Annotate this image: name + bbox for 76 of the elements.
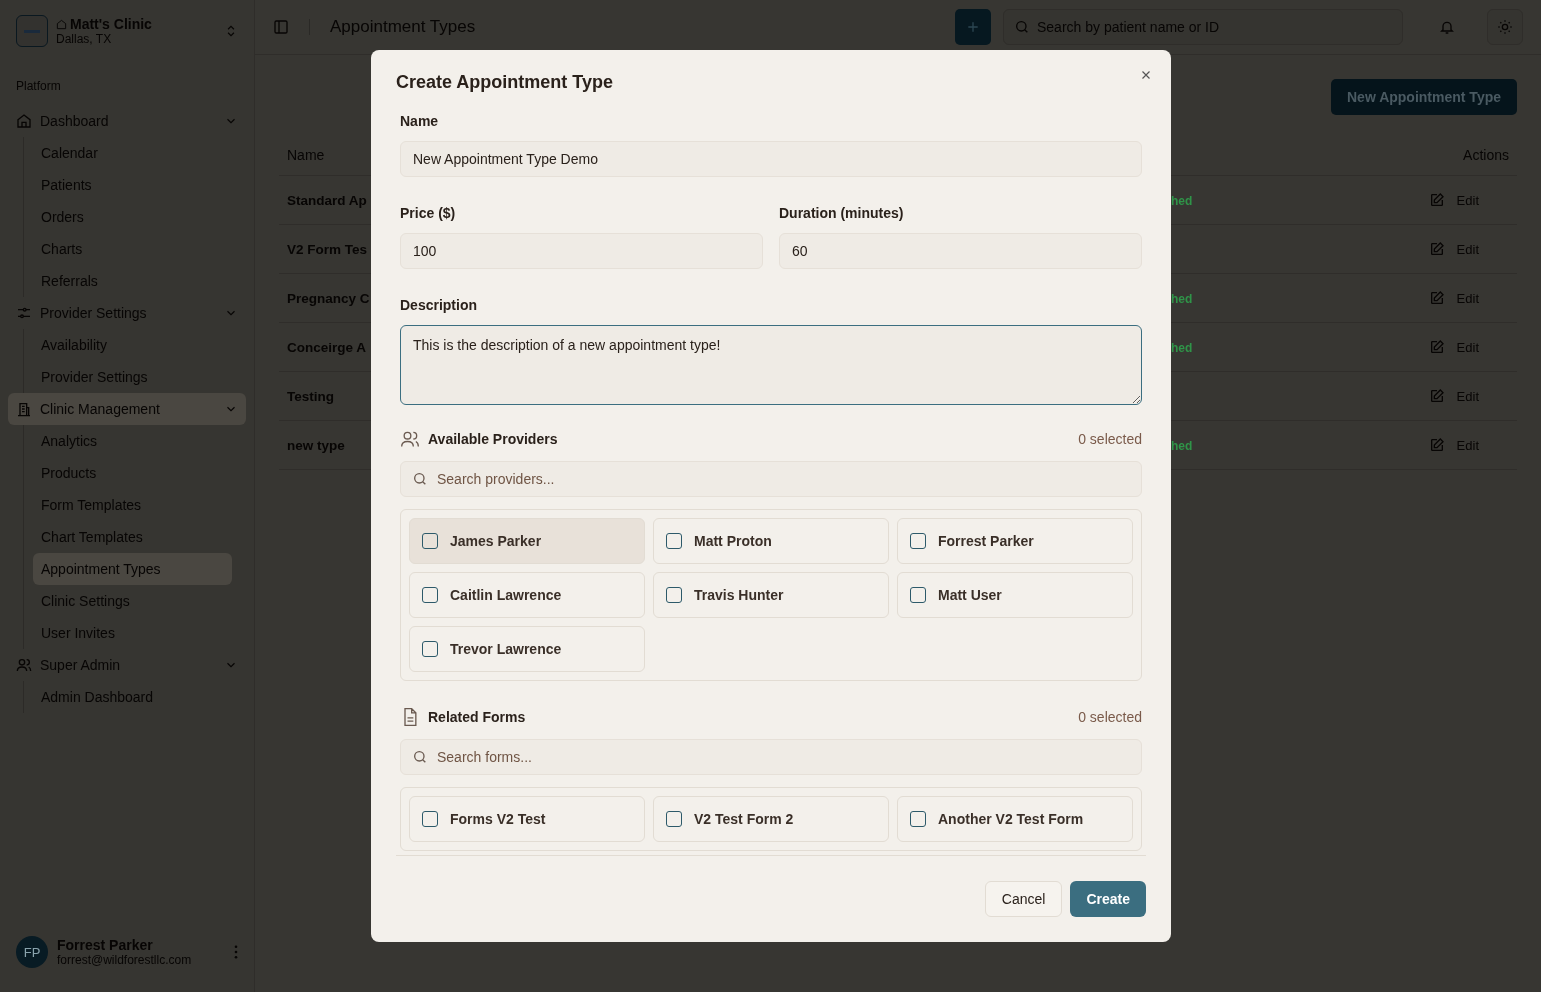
option-label: Trevor Lawrence bbox=[450, 641, 562, 657]
home-icon bbox=[56, 18, 67, 30]
field-label: Description bbox=[400, 297, 478, 313]
selected-count: 0 selected bbox=[1078, 709, 1142, 725]
option-card[interactable]: V2 Test Form 2 bbox=[653, 796, 889, 842]
add-button[interactable] bbox=[955, 9, 991, 45]
option-card[interactable]: Travis Hunter bbox=[653, 572, 889, 618]
option-card[interactable]: Forrest Parker bbox=[897, 518, 1133, 564]
price-field[interactable]: 100 bbox=[400, 233, 763, 269]
status-text: hed bbox=[1171, 292, 1193, 306]
name-field[interactable]: New Appointment Type Demo bbox=[400, 141, 1142, 177]
cancel-button[interactable]: Cancel bbox=[984, 881, 1063, 917]
option-card[interactable]: Caitlin Lawrence bbox=[409, 572, 645, 618]
option-label: V2 Test Form 2 bbox=[694, 811, 794, 827]
option-card[interactable]: Matt Proton bbox=[653, 518, 889, 564]
sun-icon bbox=[1497, 19, 1513, 35]
edit-icon[interactable] bbox=[1428, 388, 1445, 404]
bell-icon[interactable] bbox=[1439, 19, 1455, 35]
status-text: hed bbox=[1171, 341, 1193, 355]
option-card[interactable]: James Parker bbox=[409, 518, 645, 564]
option-label: Forrest Parker bbox=[938, 533, 1034, 549]
checkbox[interactable] bbox=[666, 533, 682, 549]
selected-count: 0 selected bbox=[1078, 431, 1142, 447]
edit-icon[interactable] bbox=[1428, 290, 1445, 306]
status-text: hed bbox=[1171, 194, 1193, 208]
option-label: Caitlin Lawrence bbox=[450, 587, 562, 603]
plus-icon bbox=[965, 19, 981, 35]
checkbox[interactable] bbox=[422, 811, 438, 827]
theme-toggle-button[interactable] bbox=[1487, 9, 1523, 45]
sidebar-toggle-icon[interactable] bbox=[273, 19, 289, 35]
option-card[interactable]: Trevor Lawrence bbox=[409, 626, 645, 672]
users-icon bbox=[16, 657, 32, 673]
sidebar-group[interactable]: Clinic Management bbox=[8, 393, 246, 425]
option-label: Matt Proton bbox=[694, 533, 772, 549]
option-card[interactable]: Another V2 Test Form bbox=[897, 796, 1133, 842]
search-icon bbox=[412, 471, 428, 487]
home-icon bbox=[16, 113, 32, 129]
checkbox[interactable] bbox=[422, 533, 438, 549]
checkbox[interactable] bbox=[422, 641, 438, 657]
section-title: Available Providers bbox=[428, 431, 559, 447]
dialog-title: Create Appointment Type bbox=[396, 72, 615, 93]
duration-field[interactable]: 60 bbox=[779, 233, 1142, 269]
checkbox[interactable] bbox=[910, 811, 926, 827]
edit-icon[interactable] bbox=[1428, 437, 1445, 453]
clinic-logo bbox=[16, 15, 48, 47]
user-avatar: FP bbox=[16, 936, 48, 968]
option-label: Matt User bbox=[938, 587, 1002, 603]
field-label: Duration (minutes) bbox=[779, 205, 905, 221]
sliders-icon bbox=[16, 305, 32, 321]
users-icon bbox=[400, 429, 420, 449]
description-field[interactable]: This is the description of a new appointment type! bbox=[400, 325, 1142, 405]
more-icon[interactable] bbox=[234, 945, 238, 959]
checkbox[interactable] bbox=[666, 587, 682, 603]
option-label: Travis Hunter bbox=[694, 587, 784, 603]
field-label: Name bbox=[400, 113, 440, 129]
search-icon bbox=[412, 749, 428, 765]
edit-icon[interactable] bbox=[1428, 192, 1445, 208]
checkbox[interactable] bbox=[422, 587, 438, 603]
option-label: James Parker bbox=[450, 533, 542, 549]
edit-icon[interactable] bbox=[1428, 241, 1445, 257]
option-label: Another V2 Test Form bbox=[938, 811, 1084, 827]
status-text: hed bbox=[1171, 439, 1193, 453]
search-icon bbox=[1014, 19, 1030, 35]
create-button[interactable]: Create bbox=[1070, 881, 1146, 917]
building-icon bbox=[16, 401, 32, 417]
sidebar-item[interactable]: Appointment Types bbox=[33, 553, 232, 585]
option-label: Forms V2 Test bbox=[450, 811, 546, 827]
edit-icon[interactable] bbox=[1428, 339, 1445, 355]
checkbox[interactable] bbox=[910, 533, 926, 549]
option-card[interactable]: Matt User bbox=[897, 572, 1133, 618]
field-label: Price ($) bbox=[400, 205, 457, 221]
checkbox[interactable] bbox=[910, 587, 926, 603]
new-appointment-type-button[interactable]: New Appointment Type bbox=[1331, 79, 1517, 115]
section-title: Related Forms bbox=[428, 709, 527, 725]
option-card[interactable]: Forms V2 Test bbox=[409, 796, 645, 842]
checkbox[interactable] bbox=[666, 811, 682, 827]
